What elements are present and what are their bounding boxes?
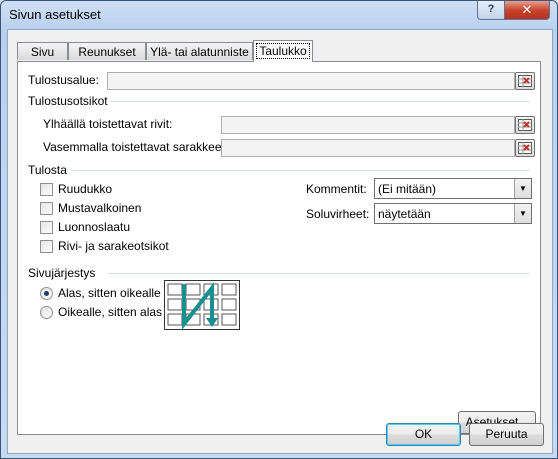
print-heading: Tulosta (28, 163, 67, 177)
close-button[interactable]: ✕ (504, 1, 550, 20)
gridlines-label[interactable]: Ruudukko (58, 182, 112, 196)
rows-collapse-button[interactable] (515, 116, 535, 134)
tab-header-footer[interactable]: Ylä- tai alatunniste (146, 42, 253, 60)
chevron-down-icon[interactable]: ▼ (514, 204, 531, 223)
tab-taulukko[interactable]: Taulukko (253, 40, 313, 62)
row-column-headings-checkbox[interactable] (40, 240, 53, 253)
black-and-white-label[interactable]: Mustavalkoinen (58, 201, 141, 215)
page-order-heading: Sivujärjestys (28, 266, 96, 280)
chevron-down-icon[interactable]: ▼ (514, 179, 531, 198)
dialog-body: Sivu Reunukset Ylä- tai alatunniste Taul… (7, 29, 553, 454)
range-select-icon (518, 119, 532, 131)
black-and-white-checkbox[interactable] (40, 202, 53, 215)
print-area-label: Tulostusalue: (28, 73, 99, 87)
cancel-button[interactable]: Peruuta (469, 423, 544, 446)
over-then-down-label[interactable]: Oikealle, sitten alas (58, 305, 162, 319)
tab-taulukko-label: Taulukko (256, 43, 310, 59)
print-area-collapse-button[interactable] (515, 72, 535, 90)
row-column-headings-label[interactable]: Rivi- ja sarakeotsikot (58, 239, 169, 253)
gridlines-checkbox[interactable] (40, 183, 53, 196)
draft-quality-label[interactable]: Luonnoslaatu (58, 220, 130, 234)
rows-to-repeat-input[interactable] (221, 116, 515, 134)
print-area-input[interactable] (107, 72, 515, 90)
tab-reunukset[interactable]: Reunukset (68, 42, 146, 60)
help-button[interactable]: ? (477, 1, 505, 20)
rows-to-repeat-label: Ylhäällä toistettavat rivit: (43, 117, 173, 131)
columns-to-repeat-input[interactable] (221, 139, 515, 157)
window-title: Sivun asetukset (9, 7, 101, 22)
divider (108, 273, 530, 274)
page-order-preview-icon (164, 280, 240, 330)
comments-value: (Ei mitään) (378, 182, 437, 196)
ok-button[interactable]: OK (386, 423, 461, 446)
page-setup-dialog: Sivun asetukset ? ✕ Sivu Reunukset Ylä- … (0, 0, 558, 459)
print-titles-heading: Tulostusotsikot (28, 94, 108, 108)
range-select-icon (518, 142, 532, 154)
comments-select[interactable]: (Ei mitään) ▼ (374, 178, 532, 199)
down-then-over-radio[interactable] (40, 287, 53, 300)
cell-errors-label: Soluvirheet: (306, 207, 370, 221)
cell-errors-select[interactable]: näytetään ▼ (374, 203, 532, 224)
over-then-down-radio[interactable] (40, 306, 53, 319)
comments-label: Kommentit: (306, 182, 367, 196)
sheet-tab-panel: Tulostusalue: Tulostusotsikot Ylhäällä t… (17, 61, 541, 435)
divider (73, 170, 530, 171)
divider (110, 101, 530, 102)
columns-collapse-button[interactable] (515, 139, 535, 157)
title-bar: Sivun asetukset ? ✕ (1, 1, 557, 29)
columns-to-repeat-label: Vasemmalla toistettavat sarakkeet: (43, 140, 229, 154)
range-select-icon (518, 75, 532, 87)
down-then-over-label[interactable]: Alas, sitten oikealle (58, 286, 161, 300)
draft-quality-checkbox[interactable] (40, 221, 53, 234)
cell-errors-value: näytetään (378, 207, 431, 221)
tab-sivu[interactable]: Sivu (17, 42, 68, 60)
